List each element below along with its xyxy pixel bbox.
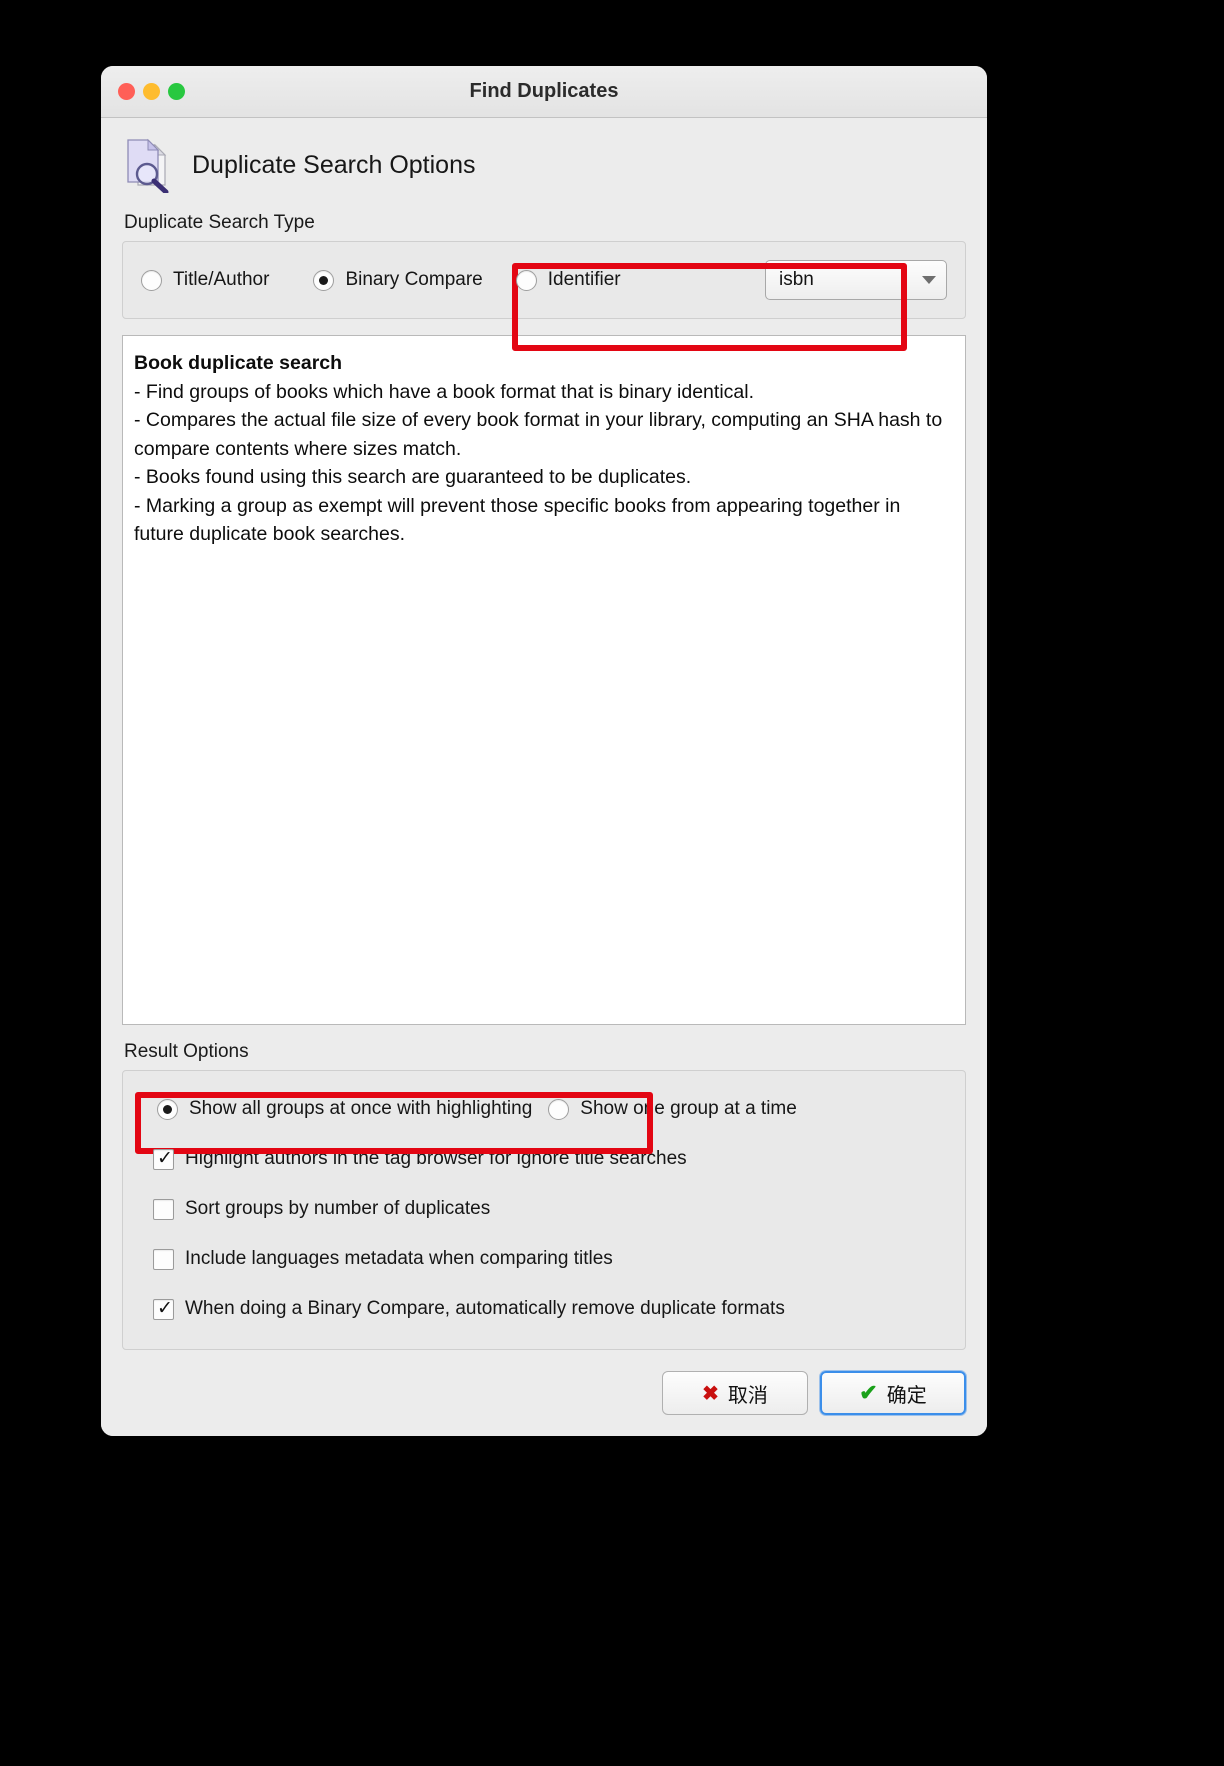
radio-identifier[interactable]: Identifier (515, 269, 621, 291)
checkbox-include-languages[interactable]: Include languages metadata when comparin… (153, 1248, 613, 1270)
checkbox-row: Sort groups by number of duplicates (141, 1184, 947, 1234)
radio-binary-compare[interactable]: Binary Compare (313, 269, 483, 291)
radio-show-one-group[interactable]: Show one group at a time (548, 1098, 797, 1120)
description-heading: Book duplicate search (134, 352, 343, 374)
checkbox-highlight-authors[interactable]: Highlight authors in the tag browser for… (153, 1147, 687, 1171)
minimize-window-icon[interactable] (143, 83, 160, 100)
checkbox-highlight-authors-label: Highlight authors in the tag browser for… (185, 1148, 687, 1169)
checkbox-row: When doing a Binary Compare, automatical… (141, 1284, 947, 1334)
window-title: Find Duplicates (469, 80, 619, 102)
cancel-button-label: 取消 (727, 1384, 768, 1407)
radio-title-author[interactable]: Title/Author (141, 269, 269, 291)
description-line: - Books found using this search are guar… (134, 466, 692, 488)
checkbox-include-languages-label: Include languages metadata when comparin… (185, 1248, 613, 1269)
checkbox-row: Highlight authors in the tag browser for… (141, 1134, 947, 1184)
radio-show-all-groups-indicator (157, 1098, 178, 1120)
radio-binary-compare-indicator (313, 269, 335, 291)
check-icon: ✔ (859, 1380, 878, 1405)
close-window-icon[interactable] (118, 83, 135, 100)
checkbox-sort-groups[interactable]: Sort groups by number of duplicates (153, 1198, 490, 1220)
checkbox-remove-duplicate-formats-indicator (153, 1297, 174, 1321)
dialog-footer: ✖ 取消 ✔ 确定 (101, 1350, 987, 1436)
radio-show-one-group-indicator (548, 1098, 570, 1120)
checkbox-sort-groups-label: Sort groups by number of duplicates (185, 1198, 491, 1219)
description-line: - Marking a group as exempt will prevent… (134, 494, 901, 546)
window-titlebar: Find Duplicates (101, 66, 987, 118)
checkbox-highlight-authors-indicator (153, 1147, 174, 1171)
radio-show-all-groups[interactable]: Show all groups at once with highlightin… (157, 1098, 532, 1120)
result-options-group-label: Result Options (124, 1041, 249, 1062)
radio-binary-compare-label: Binary Compare (345, 269, 483, 290)
result-options-panel: Show all groups at once with highlightin… (122, 1070, 966, 1350)
traffic-light-buttons (118, 83, 185, 100)
search-type-group-label: Duplicate Search Type (124, 212, 315, 233)
checkbox-row: Include languages metadata when comparin… (141, 1234, 947, 1284)
radio-show-one-group-label: Show one group at a time (580, 1098, 797, 1119)
chevron-down-icon (922, 276, 936, 284)
radio-show-all-groups-label: Show all groups at once with highlightin… (189, 1098, 533, 1119)
identifier-type-value: isbn (779, 269, 814, 290)
dialog-content: Duplicate Search Options Duplicate Searc… (101, 118, 987, 1350)
radio-identifier-label: Identifier (547, 269, 621, 290)
find-duplicates-dialog: Find Duplicates Duplicate Search Options… (101, 66, 987, 1436)
radio-identifier-indicator (515, 269, 537, 291)
description-line: - Compares the actual file size of every… (134, 409, 943, 460)
ok-button[interactable]: ✔ 确定 (820, 1371, 966, 1415)
checkbox-remove-duplicate-formats-label: When doing a Binary Compare, automatical… (185, 1298, 785, 1319)
document-magnifier-icon (127, 138, 169, 193)
checkbox-sort-groups-indicator (153, 1198, 174, 1220)
checkbox-include-languages-indicator (153, 1248, 174, 1270)
cancel-button[interactable]: ✖ 取消 (662, 1371, 808, 1415)
page-title: Duplicate Search Options (192, 150, 476, 179)
cross-icon: ✖ (702, 1382, 719, 1405)
radio-title-author-indicator (141, 269, 162, 291)
ok-button-label: 确定 (886, 1384, 927, 1407)
search-type-panel: Title/Author Binary Compare Identifier i… (122, 241, 966, 351)
highlighted-radio-group: Binary Compare Identifier (313, 263, 908, 351)
result-radio-row: Show all groups at once with highlightin… (135, 1084, 947, 1154)
zoom-window-icon[interactable] (168, 83, 185, 100)
dialog-header: Duplicate Search Options (122, 134, 966, 196)
identifier-type-dropdown[interactable]: isbn (765, 260, 947, 300)
radio-title-author-label: Title/Author (173, 269, 270, 290)
description-line: - Find groups of books which have a book… (134, 380, 754, 403)
checkbox-remove-duplicate-formats[interactable]: When doing a Binary Compare, automatical… (153, 1297, 785, 1321)
highlighted-result-radio: Show all groups at once with highlightin… (135, 1092, 653, 1154)
search-description-box: Book duplicate search - Find groups of b… (122, 335, 966, 1025)
